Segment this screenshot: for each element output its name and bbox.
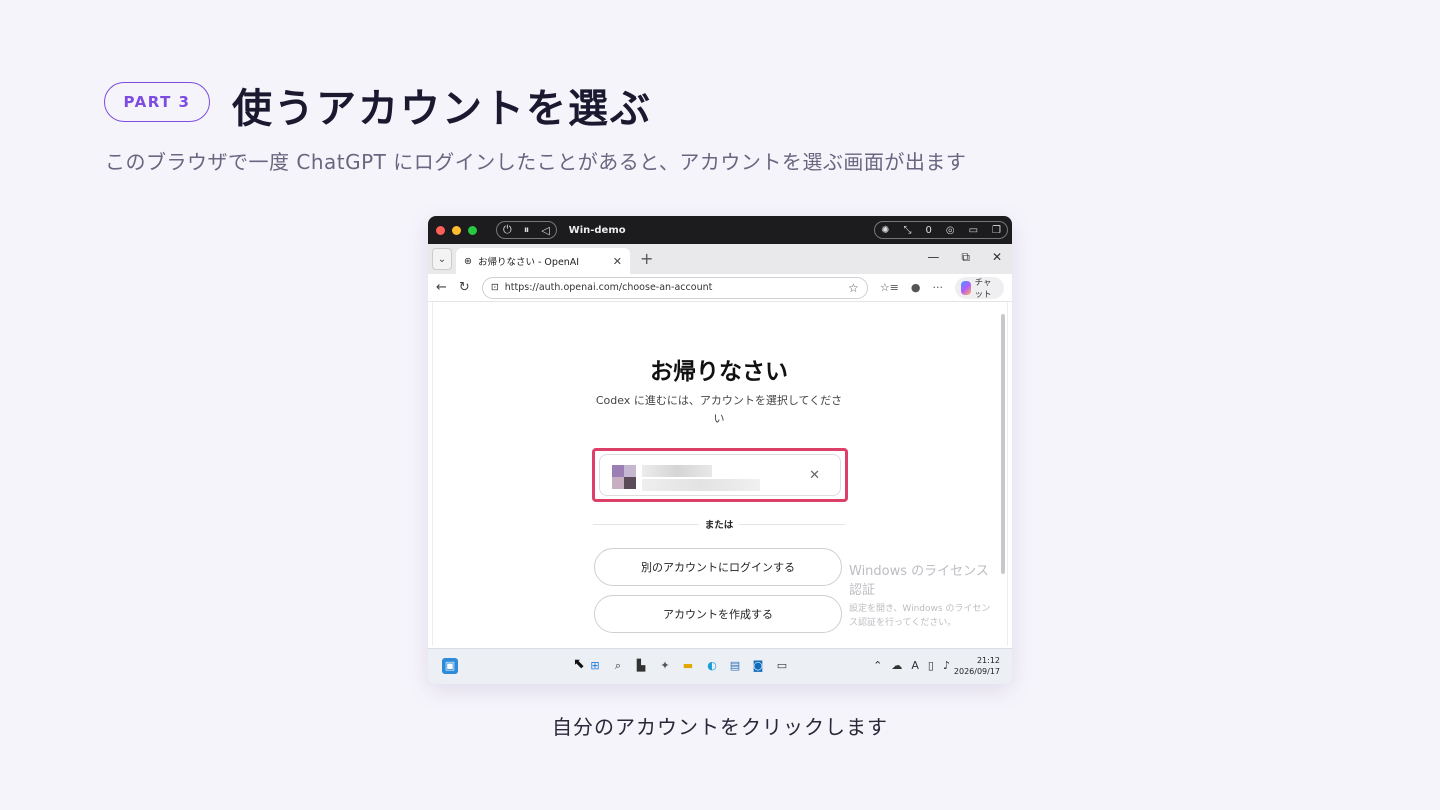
- login-other-account-button[interactable]: 別のアカウントにログインする: [594, 548, 842, 586]
- refresh-icon[interactable]: ↻: [459, 280, 470, 295]
- windows-taskbar: ▣ ⬉ ⊞ ⌕ ▙ ✦ ▬ ◐ ▤ ◙ ▭ ⌃ ☁ A ▯ ♪ 21:12 20…: [428, 648, 1012, 684]
- vm-name: Win-demo: [568, 224, 626, 236]
- store-icon[interactable]: ▤: [727, 658, 743, 674]
- search-icon[interactable]: ⌕: [610, 658, 626, 674]
- account-name-blurred: [642, 465, 712, 477]
- counter: 0: [925, 224, 932, 236]
- edge-icon[interactable]: ◐: [704, 658, 720, 674]
- openai-icon: ⊛: [464, 255, 472, 267]
- browser-tabbar: ⌄ ⊛ お帰りなさい - OpenAI ✕ + — ⧉ ✕: [428, 244, 1012, 274]
- close-dot[interactable]: [436, 225, 445, 235]
- or-label: または: [699, 517, 739, 531]
- ime-icon[interactable]: A: [911, 659, 919, 672]
- activation-watermark-title: Windows のライセンス認証: [849, 564, 989, 598]
- volume-icon[interactable]: ♪: [943, 659, 950, 672]
- network-icon[interactable]: ◎: [946, 225, 955, 236]
- url-text: https://auth.openai.com/choose-an-accoun…: [504, 282, 713, 293]
- welcome-title: お帰りなさい: [650, 359, 788, 385]
- window-controls: — ⧉ ✕: [927, 250, 1002, 265]
- pause-icon[interactable]: ⏸: [524, 223, 530, 237]
- clock-time: 21:12: [976, 656, 1000, 665]
- vm-controls: ⏻ ⏸ ◁: [496, 221, 557, 239]
- avatar-pixelated: [612, 477, 636, 489]
- part-badge: PART 3: [104, 82, 210, 122]
- file-explorer-icon[interactable]: ▬: [680, 658, 696, 674]
- back-icon[interactable]: ←: [436, 280, 447, 295]
- restore-icon[interactable]: ⧉: [961, 250, 970, 265]
- new-tab-icon[interactable]: +: [640, 249, 653, 268]
- chevron-up-icon[interactable]: ⌃: [873, 659, 882, 672]
- caption: 自分のアカウントをクリックします: [552, 715, 888, 739]
- tab-close-icon[interactable]: ✕: [613, 255, 622, 268]
- outlook-icon[interactable]: ◙: [750, 658, 766, 674]
- page-title: 使うアカウントを選ぶ: [232, 86, 652, 132]
- favorites-icon[interactable]: ☆≡: [880, 281, 899, 294]
- browser-page: お帰りなさい Codex に進むには、アカウントを選択してください ✕ または …: [432, 302, 1008, 646]
- page-subtitle: このブラウザで一度 ChatGPT にログインしたことがあると、アカウントを選ぶ…: [105, 150, 967, 174]
- browser-tab[interactable]: ⊛ お帰りなさい - OpenAI ✕: [456, 248, 630, 274]
- remove-account-icon[interactable]: ✕: [809, 468, 820, 483]
- chat-label: チャット: [974, 277, 992, 300]
- system-tray: ⌃ ☁ A ▯ ♪: [873, 659, 950, 672]
- power-icon[interactable]: ⏻: [503, 223, 512, 237]
- display-icon[interactable]: ▯: [928, 659, 934, 672]
- welcome-subtitle: Codex に進むには、アカウントを選択してください: [595, 394, 843, 425]
- terminal-icon[interactable]: ▭: [774, 658, 790, 674]
- copilot-icon: [961, 280, 971, 295]
- site-info-icon[interactable]: ⊡: [491, 282, 499, 293]
- copilot-taskbar-icon[interactable]: ✦: [657, 658, 673, 674]
- copilot-chat-button[interactable]: チャット: [955, 276, 1004, 300]
- tab-list-icon[interactable]: ⌄: [432, 248, 452, 270]
- resize-icon[interactable]: ⤡: [903, 225, 911, 236]
- vm-right-controls: ✺ ⤡ 0 ◎ ▭ ❐: [874, 221, 1008, 239]
- clock-date: 2026/09/17: [953, 667, 1000, 676]
- folder-icon[interactable]: ▭: [969, 225, 978, 236]
- clock[interactable]: 21:12 2026/09/17: [954, 655, 1000, 677]
- screenshot-window: ⏻ ⏸ ◁ Win-demo ✺ ⤡ 0 ◎ ▭ ❐ ⌄ ⊛ お帰りなさい - …: [428, 216, 1012, 684]
- vm-toolbar: ⏻ ⏸ ◁ Win-demo ✺ ⤡ 0 ◎ ▭ ❐: [428, 216, 1012, 244]
- activation-watermark-body: 設定を開き、Windows のライセンス認証を行ってください。: [849, 604, 991, 628]
- create-account-button[interactable]: アカウントを作成する: [594, 595, 842, 633]
- mouse-cursor-icon: ⬉: [573, 656, 585, 672]
- start-icon[interactable]: ⊞: [587, 658, 603, 674]
- favorite-star-icon[interactable]: ☆: [848, 281, 859, 295]
- window-close-icon[interactable]: ✕: [992, 250, 1002, 265]
- tab-title: お帰りなさい - OpenAI: [477, 257, 580, 268]
- windows-icon[interactable]: ❐: [992, 225, 1001, 236]
- account-card-inner: ✕: [599, 454, 841, 496]
- brightness-icon[interactable]: ✺: [881, 225, 889, 236]
- more-icon[interactable]: ···: [933, 281, 944, 294]
- back-triangle-icon[interactable]: ◁: [541, 224, 549, 237]
- cloud-icon[interactable]: ☁: [891, 659, 902, 672]
- task-view-icon[interactable]: ▙: [633, 658, 649, 674]
- widgets-icon[interactable]: ▣: [442, 658, 458, 674]
- account-card[interactable]: ✕: [592, 448, 848, 502]
- address-row: ← ↻ ⊡ https://auth.openai.com/choose-an-…: [428, 274, 1012, 302]
- minimize-dot[interactable]: [452, 225, 461, 235]
- minimize-icon[interactable]: —: [927, 250, 939, 265]
- profile-icon[interactable]: ●: [911, 281, 921, 294]
- zoom-dot[interactable]: [468, 225, 477, 235]
- account-email-blurred: [642, 479, 760, 491]
- address-bar[interactable]: ⊡ https://auth.openai.com/choose-an-acco…: [481, 276, 868, 299]
